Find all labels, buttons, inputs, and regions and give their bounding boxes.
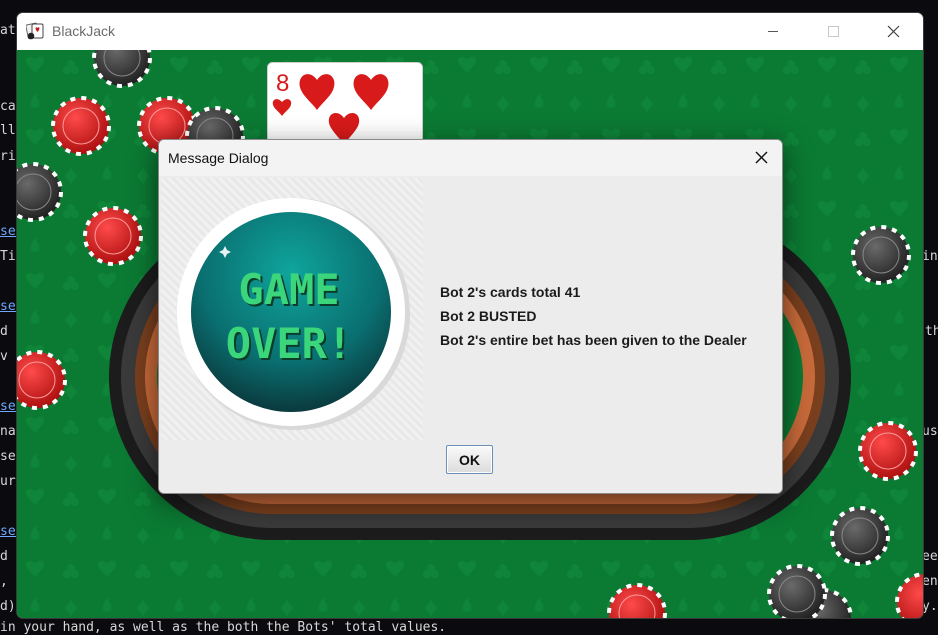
minimize-button[interactable] bbox=[743, 13, 803, 50]
bg-text-fragment: th bbox=[925, 324, 938, 339]
chip bbox=[830, 506, 890, 566]
dialog-body: GAME GAME OVER! OVER! Bot 2's cards tota… bbox=[159, 176, 782, 493]
dialog-titlebar[interactable]: Message Dialog bbox=[159, 140, 782, 176]
bg-text-fragment: at bbox=[0, 23, 16, 38]
chip bbox=[851, 225, 911, 285]
bg-text-fragment: ent bbox=[922, 574, 938, 589]
message-line: Bot 2's cards total 41 bbox=[440, 284, 581, 300]
chip bbox=[51, 96, 111, 156]
bg-text-fragment: Ti bbox=[0, 249, 16, 264]
bg-text-fragment: usi bbox=[922, 424, 938, 439]
bg-text-fragment: in your hand, as well as the both the Bo… bbox=[0, 620, 447, 635]
bg-text-fragment: d) bbox=[0, 599, 16, 614]
bg-text-fragment: se bbox=[0, 449, 16, 464]
close-icon bbox=[887, 25, 900, 38]
game-over-badge: GAME GAME OVER! OVER! bbox=[177, 198, 410, 430]
maximize-button[interactable] bbox=[803, 13, 863, 50]
bg-text-fragment: ll bbox=[0, 123, 16, 138]
dealer-card: 8 bbox=[267, 62, 423, 142]
chip bbox=[83, 206, 143, 266]
game-over-badge-area: GAME GAME OVER! OVER! bbox=[161, 178, 423, 440]
card-rank: 8 bbox=[276, 70, 289, 97]
window-close-button[interactable] bbox=[863, 13, 923, 50]
bg-text-fragment: ing bbox=[922, 249, 938, 264]
message-line: Bot 2's entire bet has been given to the… bbox=[440, 332, 747, 348]
bg-text-fragment: ca bbox=[0, 99, 16, 114]
message-dialog: Message Dialog GAME GAME OVER! OVER! Bot… bbox=[158, 139, 783, 494]
bg-text-fragment: eep bbox=[922, 549, 938, 564]
window-titlebar[interactable]: BlackJack bbox=[17, 13, 923, 50]
maximize-icon bbox=[828, 26, 839, 37]
badge-line-1: GAME bbox=[238, 265, 339, 314]
minimize-icon bbox=[768, 31, 778, 32]
dialog-close-button[interactable] bbox=[743, 140, 781, 176]
chip bbox=[858, 421, 918, 481]
bg-text-fragment: y. bbox=[922, 599, 938, 614]
dialog-title: Message Dialog bbox=[168, 150, 269, 166]
close-icon bbox=[755, 151, 768, 164]
message-line: Bot 2 BUSTED bbox=[440, 308, 537, 324]
playing-cards-app-icon bbox=[26, 22, 44, 40]
window-title: BlackJack bbox=[52, 23, 116, 39]
ok-button[interactable]: OK bbox=[446, 445, 493, 474]
badge-line-2: OVER! bbox=[226, 319, 352, 368]
